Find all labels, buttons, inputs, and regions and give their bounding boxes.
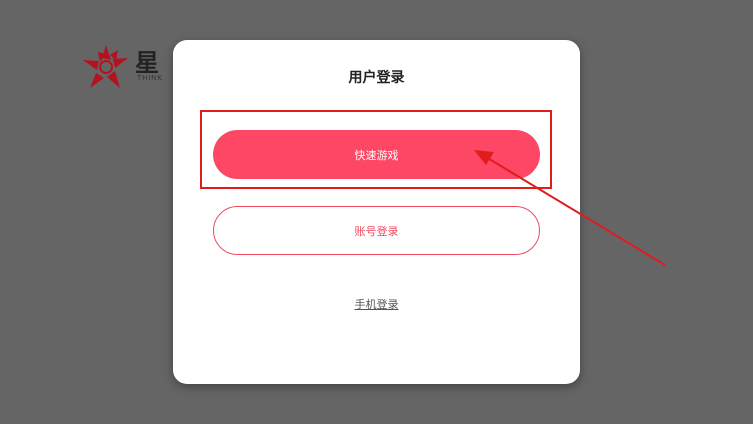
arrow-icon	[474, 150, 666, 266]
